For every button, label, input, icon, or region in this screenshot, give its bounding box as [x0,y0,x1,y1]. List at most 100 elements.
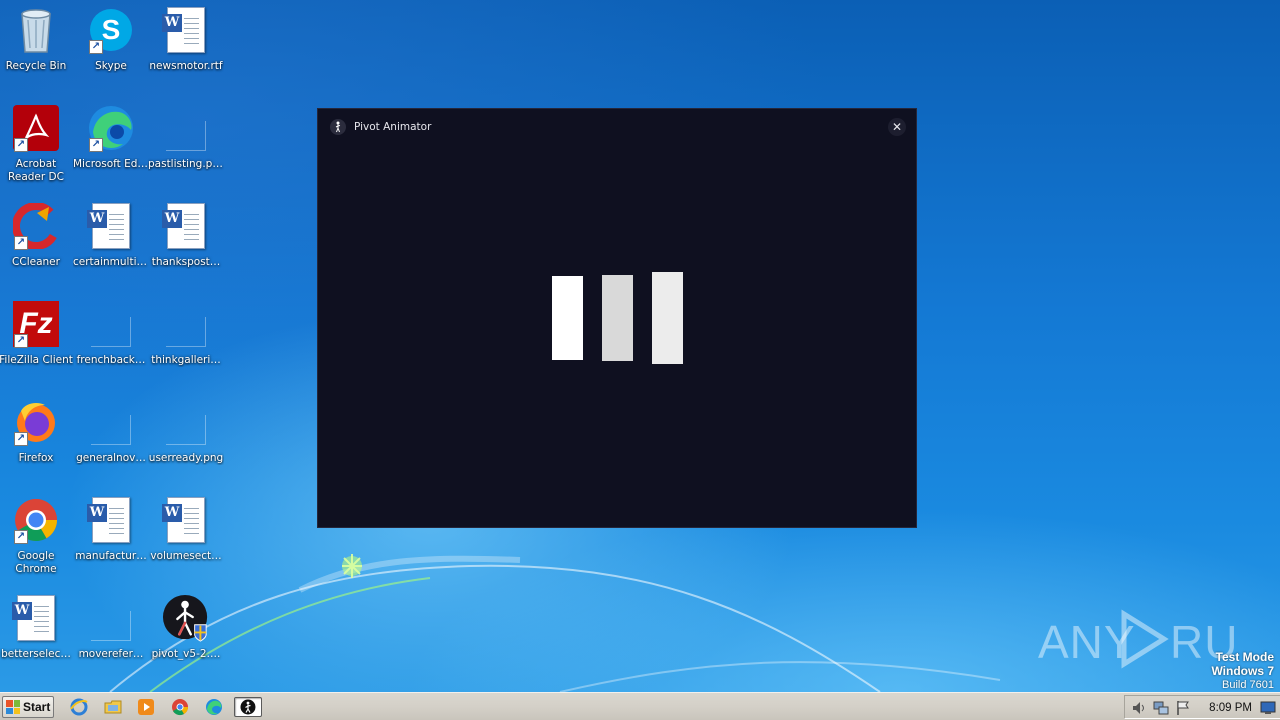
system-tray: 8:09 PM [1124,695,1280,719]
start-button[interactable]: Start [2,696,54,718]
shortcut-arrow-icon: ↗ [14,334,28,348]
pivot-animator-icon[interactable] [234,697,262,717]
icon-label: manufactur… [75,550,147,562]
icon-label: Skype [95,60,127,72]
icon-label: userready.png [148,452,224,464]
icon-label: volumesect… [150,550,222,562]
desktop-icon-manufactur[interactable]: W manufactur… [73,496,149,586]
edge-icon[interactable] [203,697,225,717]
anyrun-watermark-logo: ANY RUN [1038,606,1234,672]
png-file-icon [162,398,210,446]
word-document-icon: W [87,496,135,544]
skype-icon: S ↗ [87,6,135,54]
firefox-icon: ↗ [12,398,60,446]
icon-label: newsmotor.rtf [149,60,223,72]
icon-label: Acrobat Reader DC [8,158,64,183]
watermark-line-3: Build 7601 [1222,679,1274,691]
desktop-icon-thankspost[interactable]: W thankspost… [148,202,224,292]
desktop-icon-google-chrome[interactable]: ↗ Google Chrome [0,496,74,586]
word-document-icon: W [162,6,210,54]
desktop-icon-pivot-installer[interactable]: pivot_v5-2…. [148,594,224,684]
desktop-icon-skype[interactable]: S ↗ Skype [73,6,149,96]
icon-label: certainmulti.rtf [73,256,149,268]
icon-label: Firefox [18,452,54,464]
png-file-icon [162,104,210,152]
file-explorer-icon[interactable] [102,697,124,717]
word-document-icon: W [162,202,210,250]
chrome-icon[interactable] [169,697,191,717]
loader-bar-3 [652,272,683,364]
edge-icon: ↗ [87,104,135,152]
desktop-icon-generalnov[interactable]: generalnov… [73,398,149,488]
desktop-icon-recycle-bin[interactable]: Recycle Bin [0,6,74,96]
desktop-icon-moverefer[interactable]: moverefer… [73,594,149,684]
desktop-icon-ccleaner[interactable]: ↗ CCleaner [0,202,74,292]
shortcut-arrow-icon: ↗ [14,138,28,152]
windows-logo-icon [6,700,20,714]
desktop-icon-pastlisting[interactable]: pastlisting.png [148,104,224,194]
test-mode-watermark: Test Mode Windows 7 Build 7601 [1211,650,1274,692]
show-desktop-icon[interactable] [1260,700,1276,719]
icon-label: FileZilla Client [0,354,73,366]
word-document-icon: W [87,202,135,250]
word-document-icon: W [162,496,210,544]
icon-label: pastlisting.png [148,158,224,170]
desktop-icon-firefox[interactable]: ↗ Firefox [0,398,74,488]
icon-label: frenchback… [76,354,146,366]
desktop-icon-microsoft-edge[interactable]: ↗ Microsoft Edge [73,104,149,194]
recycle-bin-icon [12,6,60,54]
loader-bar-1 [552,276,583,360]
icon-label: pivot_v5-2…. [151,648,221,660]
png-file-icon [87,398,135,446]
png-file-icon [162,300,210,348]
watermark-line-2: Windows 7 [1211,664,1274,678]
png-file-icon [87,300,135,348]
icon-label: thinkgalleri… [151,354,221,366]
anyrun-wordmark: ANY [1038,616,1136,668]
icon-label: thankspost… [151,256,221,268]
desktop: Recycle Bin ↗ Acrobat Reader DC ↗ CClean… [0,0,1280,692]
icon-label: moverefer… [78,648,144,660]
shortcut-arrow-icon: ↗ [14,236,28,250]
png-file-icon [87,594,135,642]
close-icon: ✕ [891,120,903,134]
pivot-animator-window[interactable]: Pivot Animator ✕ [317,108,917,528]
shortcut-arrow-icon: ↗ [89,40,103,54]
icon-label: generalnov… [76,452,146,464]
icon-label: Microsoft Edge [73,158,149,170]
clock[interactable]: 8:09 PM [1209,702,1252,714]
desktop-icon-frenchback[interactable]: frenchback… [73,300,149,390]
acrobat-reader-icon: ↗ [12,104,60,152]
desktop-icon-userready[interactable]: userready.png [148,398,224,488]
chrome-icon: ↗ [12,496,60,544]
shortcut-arrow-icon: ↗ [89,138,103,152]
desktop-icon-volumesect[interactable]: W volumesect… [148,496,224,586]
desktop-icon-acrobat-reader[interactable]: ↗ Acrobat Reader DC [0,104,74,194]
watermark-line-1: Test Mode [1215,650,1274,664]
word-document-icon: W [12,594,60,642]
desktop-icon-certainmulti[interactable]: W certainmulti.rtf [73,202,149,292]
network-icon[interactable] [1153,700,1169,720]
icon-label: betterselec… [1,648,71,660]
pivot-installer-icon [162,594,210,642]
icon-label: CCleaner [12,256,60,268]
close-button[interactable]: ✕ [888,118,906,136]
desktop-icon-thinkgalleri[interactable]: thinkgalleri… [148,300,224,390]
pivot-app-icon [330,119,346,135]
filezilla-icon: Fz ↗ [12,300,60,348]
icon-label: Recycle Bin [5,60,67,72]
start-label: Start [23,700,51,714]
taskbar: Start 8:09 PM [0,692,1280,720]
desktop-icon-filezilla[interactable]: Fz ↗ FileZilla Client [0,300,74,390]
window-titlebar[interactable]: Pivot Animator ✕ [318,109,916,145]
internet-explorer-icon[interactable] [68,697,90,717]
icon-label: Google Chrome [15,550,57,575]
window-title: Pivot Animator [354,121,432,133]
desktop-icon-newsmotor[interactable]: W newsmotor.rtf [148,6,224,96]
media-player-icon[interactable] [135,697,157,717]
loader-bar-2 [602,275,633,361]
shortcut-arrow-icon: ↗ [14,432,28,446]
desktop-icon-betterselec[interactable]: W betterselec… [0,594,74,684]
volume-icon[interactable] [1131,700,1147,720]
action-center-flag-icon[interactable] [1175,700,1191,720]
